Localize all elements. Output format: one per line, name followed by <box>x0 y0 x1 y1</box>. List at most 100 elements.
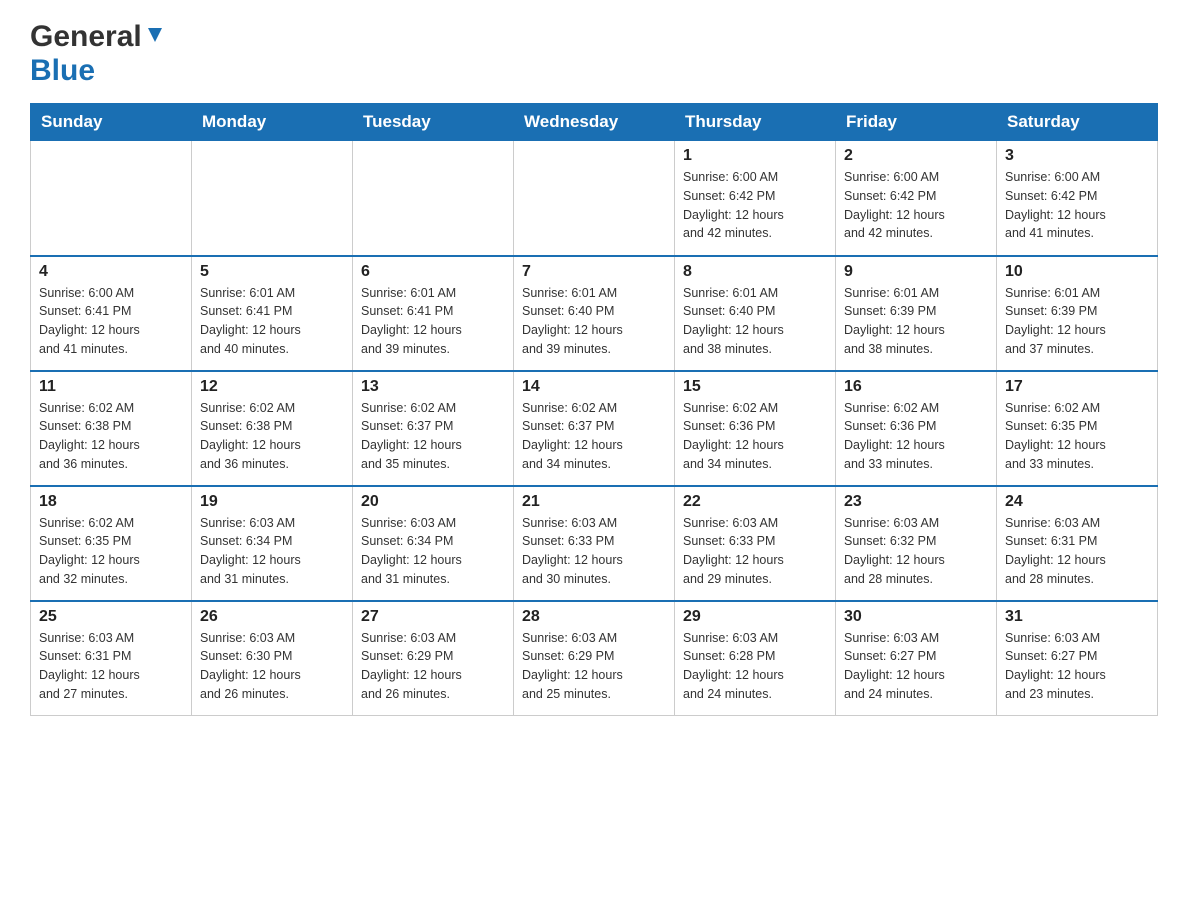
calendar-cell: 22 Sunrise: 6:03 AM Sunset: 6:33 PM Dayli… <box>675 486 836 601</box>
day-number: 12 <box>200 378 344 396</box>
calendar-cell: 30 Sunrise: 6:03 AM Sunset: 6:27 PM Dayli… <box>836 601 997 716</box>
day-number: 8 <box>683 263 827 281</box>
weekday-header-monday: Monday <box>192 104 353 141</box>
day-number: 29 <box>683 608 827 626</box>
calendar-cell: 16 Sunrise: 6:02 AM Sunset: 6:36 PM Dayli… <box>836 371 997 486</box>
day-info: Sunrise: 6:01 AM Sunset: 6:39 PM Dayligh… <box>1005 284 1149 359</box>
day-info: Sunrise: 6:03 AM Sunset: 6:34 PM Dayligh… <box>361 514 505 589</box>
day-number: 24 <box>1005 493 1149 511</box>
calendar-cell: 19 Sunrise: 6:03 AM Sunset: 6:34 PM Dayli… <box>192 486 353 601</box>
day-number: 19 <box>200 493 344 511</box>
logo-blue-text: Blue <box>30 54 95 88</box>
calendar-cell: 4Sunrise: 6:00 AM Sunset: 6:41 PM Daylig… <box>31 256 192 371</box>
calendar-cell: 14 Sunrise: 6:02 AM Sunset: 6:37 PM Dayli… <box>514 371 675 486</box>
day-info: Sunrise: 6:00 AM Sunset: 6:42 PM Dayligh… <box>683 168 827 243</box>
day-number: 26 <box>200 608 344 626</box>
calendar-cell: 11 Sunrise: 6:02 AM Sunset: 6:38 PM Dayli… <box>31 371 192 486</box>
day-info: Sunrise: 6:01 AM Sunset: 6:41 PM Dayligh… <box>200 284 344 359</box>
day-info: Sunrise: 6:00 AM Sunset: 6:42 PM Dayligh… <box>844 168 988 243</box>
calendar-cell: 25 Sunrise: 6:03 AM Sunset: 6:31 PM Dayli… <box>31 601 192 716</box>
day-info: Sunrise: 6:01 AM Sunset: 6:39 PM Dayligh… <box>844 284 988 359</box>
day-number: 18 <box>39 493 183 511</box>
day-info: Sunrise: 6:01 AM Sunset: 6:41 PM Dayligh… <box>361 284 505 359</box>
day-number: 16 <box>844 378 988 396</box>
calendar-week-row: 25 Sunrise: 6:03 AM Sunset: 6:31 PM Dayli… <box>31 601 1158 716</box>
calendar-cell: 18 Sunrise: 6:02 AM Sunset: 6:35 PM Dayli… <box>31 486 192 601</box>
day-info: Sunrise: 6:03 AM Sunset: 6:33 PM Dayligh… <box>683 514 827 589</box>
day-info: Sunrise: 6:03 AM Sunset: 6:34 PM Dayligh… <box>200 514 344 589</box>
day-number: 17 <box>1005 378 1149 396</box>
day-number: 21 <box>522 493 666 511</box>
logo: General Blue <box>30 20 166 88</box>
calendar-table: SundayMondayTuesdayWednesdayThursdayFrid… <box>30 103 1158 716</box>
day-number: 22 <box>683 493 827 511</box>
day-info: Sunrise: 6:01 AM Sunset: 6:40 PM Dayligh… <box>683 284 827 359</box>
day-number: 20 <box>361 493 505 511</box>
day-number: 30 <box>844 608 988 626</box>
calendar-cell <box>353 141 514 256</box>
day-number: 28 <box>522 608 666 626</box>
day-number: 23 <box>844 493 988 511</box>
weekday-header-tuesday: Tuesday <box>353 104 514 141</box>
calendar-cell: 2 Sunrise: 6:00 AM Sunset: 6:42 PM Daylig… <box>836 141 997 256</box>
calendar-week-row: 4Sunrise: 6:00 AM Sunset: 6:41 PM Daylig… <box>31 256 1158 371</box>
day-info: Sunrise: 6:02 AM Sunset: 6:36 PM Dayligh… <box>683 399 827 474</box>
day-info: Sunrise: 6:03 AM Sunset: 6:29 PM Dayligh… <box>522 629 666 704</box>
calendar-week-row: 18 Sunrise: 6:02 AM Sunset: 6:35 PM Dayli… <box>31 486 1158 601</box>
day-info: Sunrise: 6:03 AM Sunset: 6:27 PM Dayligh… <box>844 629 988 704</box>
calendar-header-row: SundayMondayTuesdayWednesdayThursdayFrid… <box>31 104 1158 141</box>
day-number: 15 <box>683 378 827 396</box>
weekday-header-saturday: Saturday <box>997 104 1158 141</box>
calendar-cell: 31 Sunrise: 6:03 AM Sunset: 6:27 PM Dayli… <box>997 601 1158 716</box>
day-number: 3 <box>1005 147 1149 165</box>
day-info: Sunrise: 6:02 AM Sunset: 6:36 PM Dayligh… <box>844 399 988 474</box>
day-number: 10 <box>1005 263 1149 281</box>
day-number: 6 <box>361 263 505 281</box>
day-info: Sunrise: 6:03 AM Sunset: 6:27 PM Dayligh… <box>1005 629 1149 704</box>
day-info: Sunrise: 6:02 AM Sunset: 6:37 PM Dayligh… <box>522 399 666 474</box>
day-number: 2 <box>844 147 988 165</box>
calendar-cell: 20 Sunrise: 6:03 AM Sunset: 6:34 PM Dayli… <box>353 486 514 601</box>
day-number: 1 <box>683 147 827 165</box>
weekday-header-friday: Friday <box>836 104 997 141</box>
calendar-cell: 17Sunrise: 6:02 AM Sunset: 6:35 PM Dayli… <box>997 371 1158 486</box>
day-info: Sunrise: 6:02 AM Sunset: 6:38 PM Dayligh… <box>39 399 183 474</box>
weekday-header-sunday: Sunday <box>31 104 192 141</box>
logo-arrow-icon <box>144 24 166 51</box>
day-number: 9 <box>844 263 988 281</box>
calendar-cell: 24 Sunrise: 6:03 AM Sunset: 6:31 PM Dayli… <box>997 486 1158 601</box>
calendar-cell: 8 Sunrise: 6:01 AM Sunset: 6:40 PM Daylig… <box>675 256 836 371</box>
day-number: 25 <box>39 608 183 626</box>
calendar-cell <box>31 141 192 256</box>
day-info: Sunrise: 6:03 AM Sunset: 6:29 PM Dayligh… <box>361 629 505 704</box>
calendar-cell: 23 Sunrise: 6:03 AM Sunset: 6:32 PM Dayli… <box>836 486 997 601</box>
day-info: Sunrise: 6:02 AM Sunset: 6:38 PM Dayligh… <box>200 399 344 474</box>
calendar-cell: 29 Sunrise: 6:03 AM Sunset: 6:28 PM Dayli… <box>675 601 836 716</box>
day-info: Sunrise: 6:03 AM Sunset: 6:28 PM Dayligh… <box>683 629 827 704</box>
calendar-cell: 13Sunrise: 6:02 AM Sunset: 6:37 PM Dayli… <box>353 371 514 486</box>
calendar-cell: 6 Sunrise: 6:01 AM Sunset: 6:41 PM Daylig… <box>353 256 514 371</box>
day-info: Sunrise: 6:03 AM Sunset: 6:32 PM Dayligh… <box>844 514 988 589</box>
calendar-cell: 27 Sunrise: 6:03 AM Sunset: 6:29 PM Dayli… <box>353 601 514 716</box>
calendar-cell: 28 Sunrise: 6:03 AM Sunset: 6:29 PM Dayli… <box>514 601 675 716</box>
day-number: 4 <box>39 263 183 281</box>
day-info: Sunrise: 6:03 AM Sunset: 6:31 PM Dayligh… <box>39 629 183 704</box>
day-number: 11 <box>39 378 183 396</box>
day-number: 27 <box>361 608 505 626</box>
day-info: Sunrise: 6:03 AM Sunset: 6:31 PM Dayligh… <box>1005 514 1149 589</box>
day-number: 14 <box>522 378 666 396</box>
calendar-cell: 5Sunrise: 6:01 AM Sunset: 6:41 PM Daylig… <box>192 256 353 371</box>
calendar-cell: 9 Sunrise: 6:01 AM Sunset: 6:39 PM Daylig… <box>836 256 997 371</box>
calendar-cell: 3Sunrise: 6:00 AM Sunset: 6:42 PM Daylig… <box>997 141 1158 256</box>
logo-general-text: General <box>30 20 142 54</box>
day-info: Sunrise: 6:01 AM Sunset: 6:40 PM Dayligh… <box>522 284 666 359</box>
weekday-header-wednesday: Wednesday <box>514 104 675 141</box>
day-info: Sunrise: 6:02 AM Sunset: 6:35 PM Dayligh… <box>39 514 183 589</box>
calendar-week-row: 11 Sunrise: 6:02 AM Sunset: 6:38 PM Dayli… <box>31 371 1158 486</box>
calendar-week-row: 1 Sunrise: 6:00 AM Sunset: 6:42 PM Daylig… <box>31 141 1158 256</box>
day-number: 31 <box>1005 608 1149 626</box>
calendar-cell: 26Sunrise: 6:03 AM Sunset: 6:30 PM Dayli… <box>192 601 353 716</box>
calendar-cell <box>514 141 675 256</box>
calendar-cell <box>192 141 353 256</box>
page-header: General Blue <box>30 20 1158 88</box>
